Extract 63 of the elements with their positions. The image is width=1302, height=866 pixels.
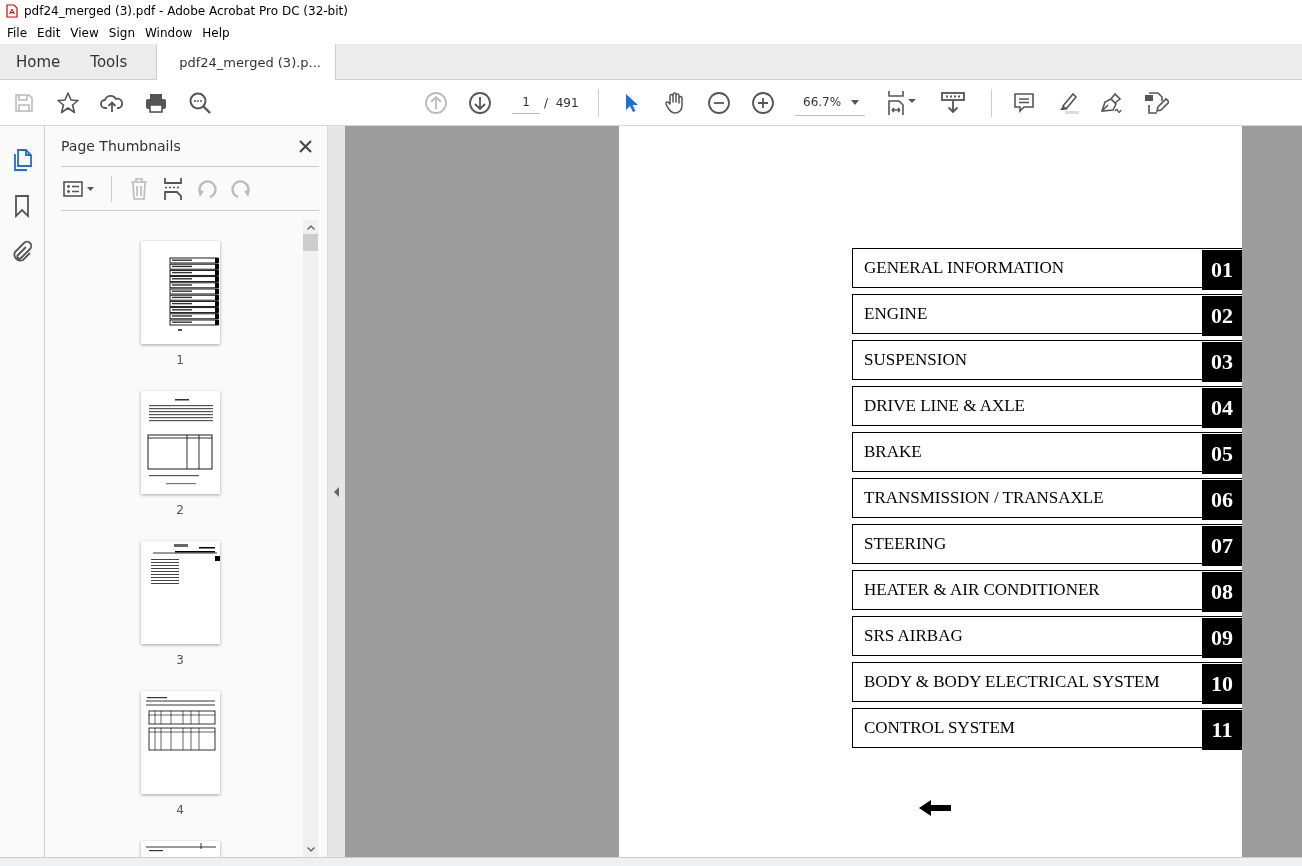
menu-item[interactable]: File: [2, 24, 33, 42]
page-number: 2: [176, 503, 184, 517]
menu-item[interactable]: View: [65, 24, 104, 42]
scroll-up-icon[interactable]: [306, 225, 315, 230]
section-number: 08: [1202, 571, 1242, 612]
section-number: 05: [1202, 433, 1242, 474]
section-number: 10: [1202, 663, 1242, 704]
caret-icon: [851, 99, 859, 105]
page-number: 1: [176, 353, 184, 367]
section-entry[interactable]: BODY & BODY ELECTRICAL SYSTEM 10: [852, 662, 1242, 702]
close-icon[interactable]: [299, 139, 312, 153]
section-entry[interactable]: DRIVE LINE & AXLE 04: [852, 386, 1242, 426]
section-entry[interactable]: STEERING 07: [852, 524, 1242, 564]
section-entry[interactable]: SRS AIRBAG 09: [852, 616, 1242, 656]
section-entry[interactable]: ENGINE 02: [852, 294, 1242, 334]
section-entry[interactable]: SUSPENSION 03: [852, 340, 1242, 380]
page-number: 4: [176, 803, 184, 817]
section-title: CONTROL SYSTEM: [863, 718, 1015, 738]
section-title: BODY & BODY ELECTRICAL SYSTEM: [863, 672, 1160, 692]
section-number: 09: [1202, 617, 1242, 658]
window-title: pdf24_merged (3).pdf - Adobe Acrobat Pro DC (32-bit): [24, 4, 348, 18]
page-thumbnail[interactable]: [140, 241, 220, 344]
section-title: BRAKE: [863, 442, 922, 462]
menu-item[interactable]: Edit: [32, 24, 66, 42]
scrollbar-thumb[interactable]: [303, 234, 318, 251]
section-title: SUSPENSION: [863, 350, 967, 370]
section-entry[interactable]: TRANSMISSION / TRANSAXLE 06: [852, 478, 1242, 518]
collapse-panel-icon[interactable]: [334, 486, 339, 497]
menu-item[interactable]: Help: [197, 24, 235, 42]
zoom-dropdown[interactable]: 66.7%: [795, 89, 865, 116]
section-number: 11: [1202, 709, 1242, 750]
section-entry[interactable]: HEATER & AIR CONDITIONER 08: [852, 570, 1242, 610]
section-number: 06: [1202, 479, 1242, 520]
section-title: GENERAL INFORMATION: [863, 258, 1065, 278]
section-entry[interactable]: BRAKE 05: [852, 432, 1242, 472]
section-title: DRIVE LINE & AXLE: [863, 396, 1025, 416]
section-number: 07: [1202, 525, 1242, 566]
page-thumbnail[interactable]: [140, 541, 220, 644]
section-number: 04: [1202, 387, 1242, 428]
section-title: SRS AIRBAG: [863, 626, 963, 646]
page-number: 3: [176, 653, 184, 667]
section-number: 03: [1202, 341, 1242, 382]
section-title: TRANSMISSION / TRANSAXLE: [863, 488, 1104, 508]
section-number: 02: [1202, 295, 1242, 336]
section-entry[interactable]: GENERAL INFORMATION 01: [852, 248, 1242, 288]
scroll-down-icon[interactable]: [306, 847, 315, 852]
page-count: / 491: [544, 95, 580, 110]
options-menu-icon[interactable]: [61, 178, 97, 199]
section-title: STEERING: [863, 534, 947, 554]
document-tab[interactable]: pdf24_merged (3).p...: [156, 44, 337, 80]
menu-item[interactable]: Window: [140, 24, 198, 42]
page-thumbnail[interactable]: [140, 691, 220, 794]
section-entry[interactable]: CONTROL SYSTEM 11: [852, 708, 1242, 748]
section-title: ENGINE: [863, 304, 928, 324]
menu-item[interactable]: Sign: [103, 24, 140, 42]
left-arrow-icon[interactable]: [919, 798, 951, 818]
section-number: 01: [1202, 249, 1242, 290]
section-title: HEATER & AIR CONDITIONER: [863, 580, 1100, 600]
nav-tab[interactable]: Tools: [74, 44, 144, 79]
page-thumbnail[interactable]: [140, 391, 220, 494]
nav-tab[interactable]: Home: [0, 44, 75, 79]
panel-title: Page Thumbnails: [61, 138, 181, 154]
pdf-file-icon: [6, 4, 18, 18]
